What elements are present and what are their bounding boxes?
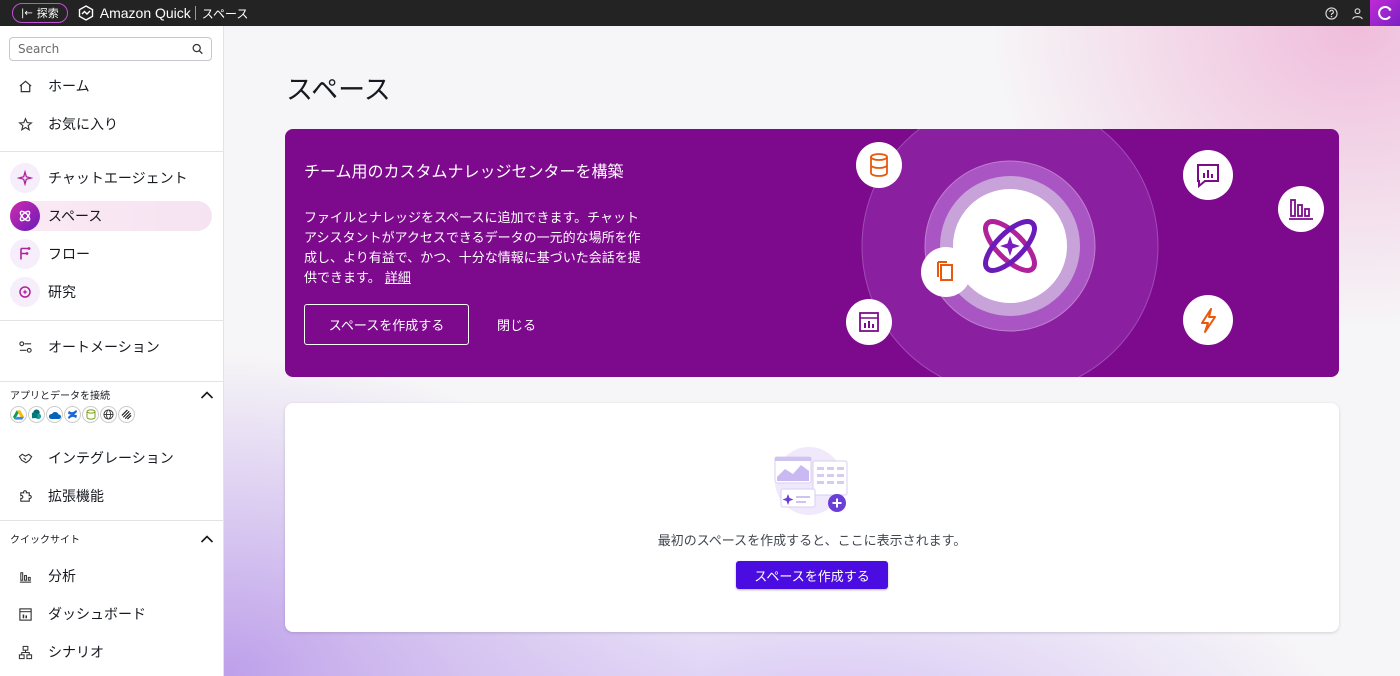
brand[interactable]: Amazon Quick (78, 5, 191, 21)
sidebar-item-dashboard[interactable]: ダッシュボード (10, 599, 212, 629)
sidebar-item-research[interactable]: 研究 (10, 277, 212, 307)
sidebar-item-label: お気に入り (48, 117, 118, 133)
web-crawler-icon[interactable] (100, 406, 117, 423)
apps-section-header[interactable]: アプリとデータを接続 (10, 387, 214, 402)
empty-state-message: 最初のスペースを作成すると、ここに表示されます。 (657, 534, 967, 549)
promo-banner: チーム用のカスタムナレッジセンターを構築 ファイルとナレッジをスペースに追加でき… (285, 129, 1339, 377)
explore-label: 探索 (36, 7, 59, 20)
breadcrumb-divider (194, 6, 196, 20)
dashboard-icon (846, 299, 892, 345)
sidebar-item-label: ホーム (48, 79, 90, 95)
sparkle-icon (10, 163, 40, 193)
sidebar-item-label: シナリオ (48, 645, 104, 661)
banner-close-button[interactable]: 閉じる (497, 315, 536, 334)
brand-name: Amazon Quick (99, 5, 191, 21)
learn-more-link[interactable]: 詳細 (385, 271, 411, 286)
scenario-icon (10, 637, 40, 667)
home-icon (10, 71, 40, 101)
automation-icon (10, 332, 40, 362)
database-icon (856, 142, 902, 188)
quick-logo-icon (78, 5, 93, 21)
apps-section-title: アプリとデータを接続 (10, 391, 110, 402)
dashboard-icon (10, 599, 40, 629)
sidebar-divider (0, 381, 223, 382)
user-icon[interactable] (1344, 0, 1370, 26)
onedrive-icon[interactable] (46, 406, 63, 423)
sidebar-item-label: オートメーション (48, 340, 160, 356)
bar-chart-icon (1278, 186, 1324, 232)
sidebar-item-label: 拡張機能 (48, 489, 104, 505)
sidebar-item-label: スペース (48, 209, 103, 225)
banner-title: チーム用のカスタムナレッジセンターを構築 (304, 162, 624, 181)
sidebar-item-analysis[interactable]: 分析 (10, 561, 212, 591)
more-apps-icon[interactable] (118, 406, 135, 423)
sharepoint-icon[interactable] (28, 406, 45, 423)
search-icon[interactable] (192, 43, 203, 55)
chevron-up-icon[interactable] (200, 390, 214, 400)
sidebar-item-extensions[interactable]: 拡張機能 (10, 481, 212, 511)
sidebar-item-scenario[interactable]: シナリオ (10, 637, 212, 667)
sidebar-item-chat-agent[interactable]: チャットエージェント (10, 163, 212, 193)
sidebar-item-label: 研究 (48, 285, 76, 301)
chat-report-icon (1183, 150, 1233, 200)
banner-description-text: ファイルとナレッジをスペースに追加できます。チャットアシスタントがアクセスできる… (304, 211, 641, 286)
sidebar-item-home[interactable]: ホーム (10, 71, 212, 101)
sidebar-divider (0, 151, 223, 152)
sidebar-divider (0, 320, 223, 321)
main-content: スペース チーム用のカスタムナレッジセンターを構築 ファイルとナレッジをスペース… (224, 26, 1400, 676)
sidebar-item-spaces[interactable]: スペース (10, 201, 212, 231)
banner-description: ファイルとナレッジをスペースに追加できます。チャットアシスタントがアクセスできる… (304, 209, 649, 289)
sidebar-divider (0, 520, 223, 521)
puzzle-icon (10, 481, 40, 511)
sidebar: ホーム お気に入り チャットエージェント スペース フロー 研究 (0, 26, 224, 676)
sidebar-item-flow[interactable]: フロー (10, 239, 212, 269)
help-icon[interactable] (1318, 0, 1344, 26)
sidebar-item-label: インテグレーション (48, 451, 174, 467)
search-box[interactable] (9, 37, 212, 61)
sidebar-item-label: ダッシュボード (48, 607, 146, 623)
assistant-icon (1378, 6, 1392, 20)
breadcrumb: スペース (201, 6, 249, 21)
quicksight-section-title: クイックサイト (10, 535, 80, 546)
documents-icon (921, 247, 971, 297)
research-icon (10, 277, 40, 307)
collapse-left-icon: |← (21, 7, 33, 19)
google-drive-icon[interactable] (10, 406, 27, 423)
search-input[interactable] (18, 42, 192, 56)
spaces-icon (10, 201, 40, 231)
bar-chart-icon (10, 561, 40, 591)
flow-icon (10, 239, 40, 269)
sidebar-item-label: 分析 (48, 569, 76, 585)
chevron-up-icon[interactable] (200, 534, 214, 544)
handshake-icon (10, 443, 40, 473)
sidebar-item-automation[interactable]: オートメーション (10, 332, 212, 362)
star-icon (10, 109, 40, 139)
empty-state-card: 最初のスペースを作成すると、ここに表示されます。 スペースを作成する (285, 403, 1339, 632)
sidebar-item-integration[interactable]: インテグレーション (10, 443, 212, 473)
assistant-toggle-button[interactable] (1370, 0, 1400, 26)
lightning-icon (1183, 295, 1233, 345)
explore-button[interactable]: |← 探索 (12, 3, 68, 23)
sidebar-item-favorites[interactable]: お気に入り (10, 109, 212, 139)
storage-icon[interactable] (82, 406, 99, 423)
banner-create-space-button[interactable]: スペースを作成する (304, 304, 469, 345)
connected-apps-row (10, 406, 135, 423)
confluence-icon[interactable] (64, 406, 81, 423)
quicksight-section-header[interactable]: クイックサイト (10, 531, 214, 546)
create-space-button[interactable]: スペースを作成する (736, 561, 888, 589)
sidebar-item-label: チャットエージェント (48, 171, 188, 187)
page-title: スペース (286, 75, 391, 106)
top-bar: |← 探索 Amazon Quick スペース (0, 0, 1400, 26)
empty-spaces-illustration (774, 447, 848, 515)
sidebar-item-label: フロー (48, 247, 90, 263)
